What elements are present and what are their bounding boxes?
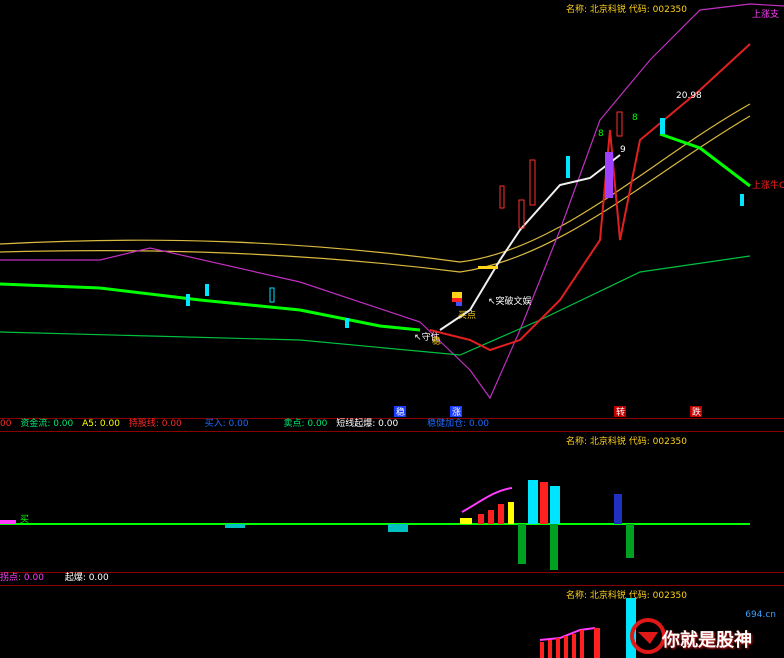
hist-bar [550,486,560,524]
hist-bar [225,524,245,528]
hist-bar [564,636,568,658]
buy-point-label: 买点 [458,310,476,321]
hist-bar [550,524,558,570]
stock-header-2: 名称: 北京科锐 代码: 002350 [566,437,688,447]
stock-header-3: 名称: 北京科锐 代码: 002350 [566,591,688,601]
magenta-curve [461,487,513,513]
indicator-bar-1: 00 资金流: 0.00 A5: 0.00 持股线: 0.00 买入: 0.00… [0,418,784,431]
ind1-item-2: A5: 0.00 [82,419,120,429]
signal-flag [452,298,462,302]
low-label-2: 稳 [432,335,441,347]
hist-bar [478,514,484,524]
bottom-tag-4: 跌 [692,407,701,418]
indicator-panel-1[interactable]: 名称: 北京科锐 代码: 002350 买 [0,432,784,572]
candle [518,199,525,229]
right-label: 上涨牛C [752,179,784,191]
ind1-item-7: 稳健加仓: 0.00 [427,419,490,429]
price-chart[interactable]: 稳 涨 转 跌 20.98 8 8 9 ↖突破文娱 买点 ↖守住 稳 上涨牛C … [0,0,784,418]
candle [269,287,275,303]
hist-bar [594,628,600,658]
bottom-tag-3: 转 [616,406,625,418]
hist-bar [528,480,538,524]
ind1-item-4: 买入: 0.00 [204,419,249,429]
mid-left-mark: 买 [20,515,30,525]
hist-bar [498,504,504,524]
candle [660,118,665,134]
candle [499,185,505,209]
ind1-item-0: 00 [0,419,12,429]
candle [205,284,209,296]
marker-8-a: 8 [598,129,604,139]
indicator-panel-2[interactable]: 名称: 北京科锐 代码: 002350 694.cn 你就是股神 [0,586,784,658]
ind2-item-0: 拐点: 0.00 [0,573,44,583]
ind1-item-5: 卖点: 0.00 [283,419,328,429]
bottom-tag-2: 涨 [452,407,461,418]
ind1-item-1: 资金流: 0.00 [20,419,74,429]
ind1-item-3: 持股线: 0.00 [128,419,182,429]
candle [529,159,536,206]
hist-bar [572,634,576,658]
hist-bar [388,524,408,532]
breakout-marker [478,266,498,269]
upper-yellow-band [0,103,751,263]
hist-bar [518,524,526,564]
red-support-line [429,43,751,352]
hist-bar [580,630,584,658]
marker-8-b: 8 [632,113,638,123]
ind2-item-1: 起爆: 0.00 [64,573,109,583]
candle [566,156,570,178]
candle [186,294,190,306]
candle [605,152,613,198]
stock-header: 名称: 北京科锐 代码: 002350 [566,5,688,15]
candle [740,194,744,206]
break-label: ↖突破文娱 [488,295,532,307]
hist-bar [0,520,16,524]
lower-green-line [0,255,751,356]
main-chart-panel[interactable]: 稳 涨 转 跌 20.98 8 8 9 ↖突破文娱 买点 ↖守住 稳 上涨牛C … [0,0,784,418]
candle [616,111,623,137]
candle [345,318,349,328]
indicator-chart-1 [0,480,750,570]
lower-yellow-band [0,115,751,273]
signal-flag [456,302,462,306]
watermark-site: 694.cn [745,610,776,620]
marker-9: 9 [620,145,626,155]
hist-bar [626,524,634,558]
peak-price-label: 20.98 [676,91,702,101]
hist-bar [556,638,560,658]
indicator-bar-2: 拐点: 0.00 起爆: 0.00 [0,572,784,585]
candles [186,111,744,328]
magenta-bollinger [0,3,784,400]
watermark-text: 你就是股神 [662,630,752,651]
watermark-logo: 694.cn 你就是股神 [628,610,778,654]
hist-bar [488,510,494,524]
hist-bar [508,502,514,524]
bottom-tag-1: 稳 [396,406,405,418]
green-ma-line [0,132,751,332]
hist-bar [540,482,548,524]
hist-bar [540,642,544,658]
top-right-label: 上涨支 [752,8,779,20]
hist-bar [548,640,552,658]
ind1-item-6: 短线起爆: 0.00 [336,419,399,429]
hist-bar [614,494,622,524]
hist-bar [460,518,472,524]
